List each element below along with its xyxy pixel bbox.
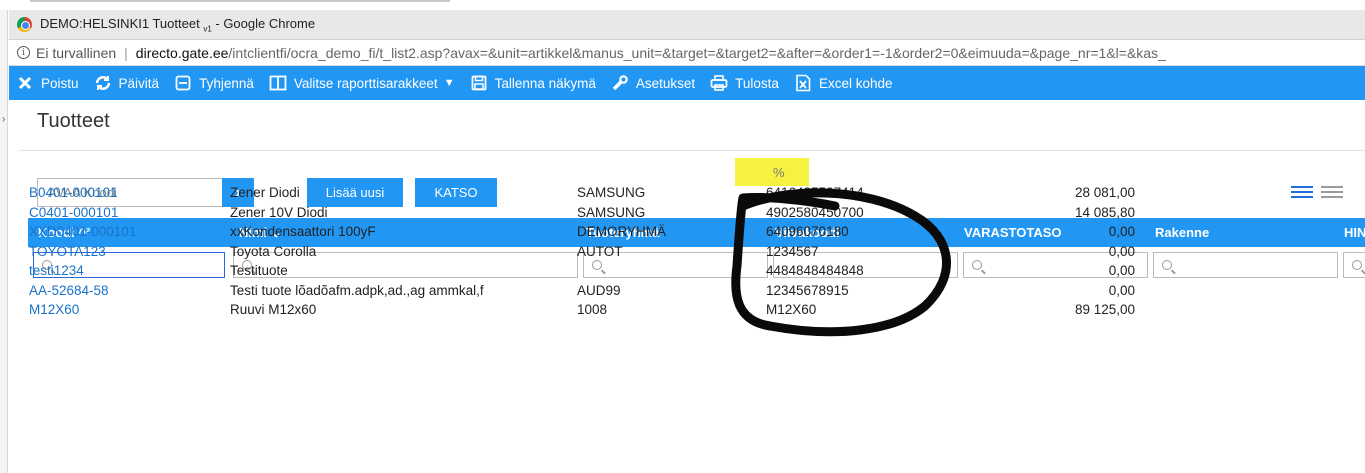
cell-stock: 89 125,00 bbox=[1074, 302, 1135, 317]
clear-button[interactable]: Tyhjennä bbox=[173, 73, 254, 93]
title-divider bbox=[19, 150, 1365, 151]
top-edge-line bbox=[30, 0, 450, 2]
cell-code[interactable]: AA-52684-58 bbox=[29, 283, 109, 298]
refresh-icon bbox=[93, 73, 113, 93]
cell-stock: 0,00 bbox=[1108, 282, 1135, 298]
table-row[interactable]: testi1234 Testituote 4484848484848 0,00 bbox=[19, 261, 1356, 281]
close-icon bbox=[15, 73, 35, 93]
settings-label: Asetukset bbox=[635, 75, 696, 91]
table-row[interactable]: TOYOTA123 Toyota Corolla AUTOT 1234567 0,00 bbox=[19, 242, 1356, 262]
cell-name: Testi tuote lõadõafm.adpk,ad.,ag ammkal,… bbox=[230, 282, 484, 298]
select-columns-label: Valitse raporttisarakkeet bbox=[293, 75, 438, 91]
cell-stock: 28 081,00 bbox=[1074, 185, 1135, 200]
exit-button[interactable]: Poistu bbox=[15, 73, 79, 93]
window-titlebar: DEMO:HELSINKI1 Tuotteet v1 - Google Chro… bbox=[9, 10, 1365, 40]
save-view-button[interactable]: Tallenna näkymä bbox=[469, 73, 596, 93]
table-row[interactable]: AA-52684-58 Testi tuote lõadõafm.adpk,ad.… bbox=[19, 281, 1356, 301]
yellow-highlight bbox=[735, 158, 809, 186]
cell-name: Testituote bbox=[230, 263, 288, 278]
exit-label: Poistu bbox=[41, 75, 79, 91]
top-edge bbox=[0, 0, 1365, 10]
cell-group: DEMORYHMÄ bbox=[577, 224, 667, 239]
select-columns-button[interactable]: Valitse raporttisarakkeet ▼ bbox=[268, 73, 455, 93]
cell-name: xxKondensaattori 100yF bbox=[230, 224, 376, 239]
print-label: Tulosta bbox=[735, 75, 779, 91]
screenshot: › DEMO:HELSINKI1 Tuotteet v1 - Google Ch… bbox=[0, 0, 1365, 473]
cell-stock: 14 085,80 bbox=[1074, 204, 1135, 220]
print-icon bbox=[709, 73, 729, 93]
cell-code[interactable]: C0401-000101 bbox=[29, 205, 118, 220]
cell-barcode: 12345678915 bbox=[766, 282, 849, 298]
cell-code[interactable]: B0401-000101 bbox=[29, 185, 118, 200]
cell-name: Zener Diodi bbox=[230, 185, 300, 200]
cell-barcode: 6416485537414 bbox=[766, 185, 864, 200]
minus-box-icon bbox=[173, 73, 193, 93]
excel-label: Excel kohde bbox=[818, 75, 893, 91]
save-icon bbox=[469, 73, 489, 93]
cell-stock: 0,00 bbox=[1108, 224, 1135, 239]
cell-group: SAMSUNG bbox=[577, 185, 646, 200]
insecure-label: Ei turvallinen bbox=[36, 44, 117, 61]
address-separator: | bbox=[124, 44, 128, 61]
refresh-button[interactable]: Päivitä bbox=[93, 73, 160, 93]
cell-stock: 0,00 bbox=[1108, 263, 1135, 278]
cell-code[interactable]: TOYOTA123 bbox=[29, 244, 106, 259]
left-edge: › bbox=[0, 10, 8, 473]
columns-icon bbox=[268, 73, 288, 93]
cell-barcode: 64096070180 bbox=[766, 224, 849, 239]
chrome-icon bbox=[17, 17, 32, 32]
cell-barcode: M12X60 bbox=[766, 302, 817, 317]
barcode-filter-value[interactable]: % bbox=[773, 165, 785, 180]
table-row[interactable]: B0401-000101 Zener Diodi SAMSUNG 6416485537… bbox=[19, 183, 1356, 203]
cell-group: 1008 bbox=[577, 302, 608, 317]
table-row[interactable]: XXD0401-000101 xxKondensaattori 100yF DEMO… bbox=[19, 222, 1356, 242]
caret-down-icon: ▼ bbox=[443, 77, 455, 89]
table-body: B0401-000101 Zener Diodi SAMSUNG 6416485537… bbox=[19, 183, 1356, 320]
cell-barcode: 4902580450700 bbox=[766, 204, 864, 220]
left-edge-mark: › bbox=[2, 114, 6, 125]
clear-label: Tyhjennä bbox=[199, 75, 254, 91]
table-row[interactable]: C0401-000101 Zener 10V Diodi SAMSUNG 490258… bbox=[19, 203, 1356, 223]
window-title: DEMO:HELSINKI1 Tuotteet v1 - Google Chro… bbox=[40, 15, 316, 34]
cell-name: Zener 10V Diodi bbox=[230, 204, 328, 220]
refresh-label: Päivitä bbox=[118, 75, 160, 91]
cell-group: AUTOT bbox=[577, 243, 623, 259]
cell-name: Ruuvi M12x60 bbox=[230, 302, 317, 317]
url-host: directo.gate.ee bbox=[135, 44, 229, 61]
url-path: /intclientfi/ocra_demo_fi/t_list2.asp?av… bbox=[228, 44, 1166, 61]
cell-group: AUD99 bbox=[577, 282, 621, 298]
cell-stock: 0,00 bbox=[1108, 243, 1135, 259]
wrench-icon bbox=[610, 73, 630, 93]
page-title: Tuotteet bbox=[37, 110, 110, 132]
cell-barcode: 4484848484848 bbox=[766, 263, 864, 278]
table-row[interactable]: M12X60 Ruuvi M12x60 1008 M12X60 89 125,00 bbox=[19, 300, 1356, 320]
cell-group: SAMSUNG bbox=[577, 204, 646, 220]
settings-button[interactable]: Asetukset bbox=[610, 73, 695, 93]
info-icon[interactable]: i bbox=[17, 46, 30, 59]
cell-name: Toyota Corolla bbox=[230, 243, 317, 259]
excel-icon bbox=[793, 73, 813, 93]
print-button[interactable]: Tulosta bbox=[709, 73, 779, 93]
cell-code[interactable]: XXD0401-000101 bbox=[29, 224, 136, 239]
address-bar[interactable]: i Ei turvallinen | directo.gate.ee/intcl… bbox=[9, 40, 1365, 66]
cell-barcode: 1234567 bbox=[766, 243, 819, 259]
cell-code[interactable]: M12X60 bbox=[29, 302, 79, 317]
app-toolbar: Poistu Päivitä Tyhjennä Valitse raportti… bbox=[9, 66, 1365, 100]
excel-button[interactable]: Excel kohde bbox=[793, 73, 893, 93]
save-view-label: Tallenna näkymä bbox=[494, 75, 596, 91]
cell-code[interactable]: testi1234 bbox=[29, 263, 84, 278]
